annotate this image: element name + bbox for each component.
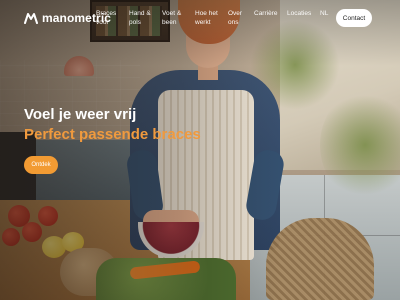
hero-title: Voel je weer vrij	[24, 106, 137, 123]
main-navigation: Braces voor Hand & pols Voet & been Hoe …	[96, 9, 334, 27]
site-header: manometric Braces voor Hand & pols Voet …	[0, 0, 400, 36]
nav-item-voet-been[interactable]: Voet & been	[162, 9, 195, 27]
hero-subtitle: Perfect passende braces	[24, 126, 201, 143]
nav-item-hoe-het-werkt[interactable]: Hoe het werkt	[195, 9, 228, 27]
nav-item-over-ons[interactable]: Over ons	[228, 9, 254, 27]
ontdek-button[interactable]: Ontdek	[24, 156, 58, 174]
nav-item-braces-voor[interactable]: Braces voor	[96, 9, 129, 27]
language-switch-nl[interactable]: NL	[320, 9, 334, 27]
nav-item-locaties[interactable]: Locaties	[287, 9, 320, 27]
manometric-logo-icon	[24, 13, 38, 24]
hero-background-photo	[0, 0, 400, 300]
nav-item-carriere[interactable]: Carrière	[254, 9, 287, 27]
contact-button[interactable]: Contact	[336, 9, 372, 27]
nav-item-hand-pols[interactable]: Hand & pols	[129, 9, 162, 27]
